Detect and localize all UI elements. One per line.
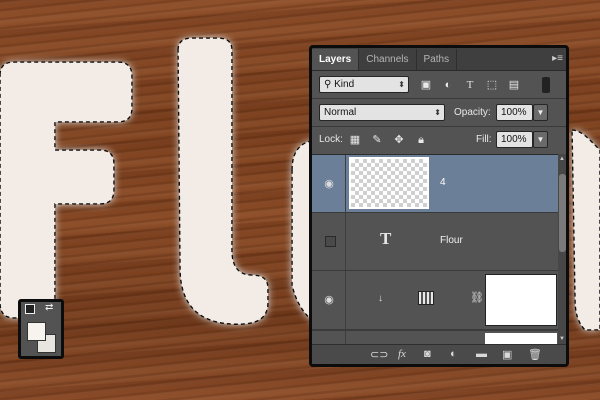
layers-scrollbar[interactable]: ▲ ▼ <box>558 154 566 344</box>
lock-transparent-pixels-icon[interactable]: ▦ <box>348 133 362 147</box>
foreground-color-swatch[interactable] <box>27 322 46 341</box>
divider <box>312 126 566 127</box>
select-arrow-icon: ⬍ <box>398 80 405 89</box>
visibility-column-divider <box>345 331 346 345</box>
layer-style-icon[interactable]: fx <box>398 348 406 360</box>
blend-row: Normal ⬍ Opacity: 100% ▼ <box>312 102 566 124</box>
visibility-toggle-empty[interactable] <box>325 236 336 247</box>
tab-paths[interactable]: Paths <box>417 49 458 70</box>
clipping-arrow-icon: ↓ <box>378 293 383 304</box>
lock-image-pixels-icon[interactable]: ✎ <box>370 133 384 147</box>
link-layers-icon[interactable]: ⊂⊃ <box>370 348 388 361</box>
layer-name[interactable]: 4 <box>440 177 446 188</box>
letter-partial-shape <box>571 129 600 331</box>
default-colors-icon[interactable] <box>25 304 35 314</box>
filter-toggle-switch[interactable] <box>542 77 550 93</box>
blend-mode-select[interactable]: Normal ⬍ <box>319 104 445 121</box>
tab-layers[interactable]: Layers <box>312 49 360 70</box>
group-folder-icon[interactable]: ▬ <box>476 348 487 360</box>
visibility-column-divider <box>345 271 346 330</box>
filter-row: ⚲ Kind ⬍ ▣ ◐ T ⬚ ▤ <box>312 74 566 96</box>
scrollbar-thumb[interactable] <box>559 174 566 252</box>
panel-menu-icon[interactable]: ▸≡ <box>552 53 563 64</box>
tab-channels[interactable]: Channels <box>359 49 417 70</box>
blend-mode-value: Normal <box>324 107 357 118</box>
layer-thumbnail[interactable] <box>349 157 429 209</box>
filter-kind-value: Kind <box>334 79 355 90</box>
lock-all-icon[interactable]: 🔒︎ <box>414 133 428 147</box>
layers-list: ◉ 4 T Flour ◉ ↓ ⛓ <box>312 154 558 345</box>
pixel-layer-filter-icon[interactable]: ▣ <box>419 78 433 92</box>
shape-layer-filter-icon[interactable]: ⬚ <box>485 78 499 92</box>
layer-row-flour[interactable]: T Flour <box>312 213 558 271</box>
eye-icon[interactable]: ◉ <box>320 293 338 306</box>
opacity-value: 100% <box>501 107 527 118</box>
panel-tab-bar: Layers Channels Paths ▸≡ <box>312 48 566 71</box>
letter-l-shape <box>177 37 269 325</box>
scroll-down-icon[interactable]: ▼ <box>559 336 565 342</box>
search-icon: ⚲ <box>324 79 335 90</box>
layer-row-partial[interactable] <box>312 331 558 345</box>
opacity-dropdown-button[interactable]: ▼ <box>533 104 548 121</box>
delete-layer-icon[interactable]: 🗑︎ <box>528 348 542 361</box>
visibility-column-divider <box>345 213 346 270</box>
opacity-input[interactable]: 100% <box>496 104 533 121</box>
divider <box>312 98 566 99</box>
fill-dropdown-button[interactable]: ▼ <box>533 131 548 148</box>
layer-mask-thumbnail[interactable] <box>485 274 557 326</box>
filter-kind-select[interactable]: ⚲ Kind ⬍ <box>319 76 409 93</box>
lock-label: Lock: <box>319 134 343 145</box>
lock-row: Lock: ▦ ✎ ✥ 🔒︎ Fill: 100% ▼ <box>312 129 566 151</box>
select-arrow-icon: ⬍ <box>434 108 441 117</box>
smart-object-filter-icon[interactable]: ▤ <box>507 78 521 92</box>
add-mask-icon[interactable]: ◙ <box>424 348 431 360</box>
adjustment-layer-filter-icon[interactable]: ◐ <box>441 78 455 92</box>
type-layer-filter-icon[interactable]: T <box>463 78 477 92</box>
eye-icon[interactable]: ◉ <box>320 177 338 190</box>
swap-colors-icon[interactable]: ⇄ <box>45 302 53 313</box>
divider <box>312 329 558 330</box>
layers-panel: Layers Channels Paths ▸≡ ⚲ Kind ⬍ ▣ ◐ T … <box>309 45 569 367</box>
layer-name[interactable]: Flour <box>440 235 463 246</box>
fill-label: Fill: <box>476 134 492 145</box>
panel-bottom-toolbar: ⊂⊃ fx ◙ ◐ ▬ ▣ 🗑︎ <box>312 344 566 364</box>
text-layer-icon: T <box>380 229 392 248</box>
link-chain-icon[interactable]: ⛓ <box>470 291 484 304</box>
layer-row-4[interactable]: ◉ 4 <box>312 155 558 213</box>
fill-input[interactable]: 100% <box>496 131 533 148</box>
visibility-column-divider <box>345 155 346 212</box>
adjustment-layer-icon[interactable]: ◐ <box>450 348 457 360</box>
color-swatches-widget: ⇄ <box>18 299 64 359</box>
letter-f-shape <box>0 61 133 319</box>
opacity-label: Opacity: <box>454 107 491 118</box>
new-layer-icon[interactable]: ▣ <box>502 348 512 361</box>
lock-position-icon[interactable]: ✥ <box>392 133 406 147</box>
fill-value: 100% <box>501 134 527 145</box>
gradient-adjustment-icon <box>418 291 434 305</box>
layer-row-adjustment[interactable]: ◉ ↓ ⛓ <box>312 271 558 331</box>
scroll-up-icon[interactable]: ▲ <box>559 156 565 162</box>
